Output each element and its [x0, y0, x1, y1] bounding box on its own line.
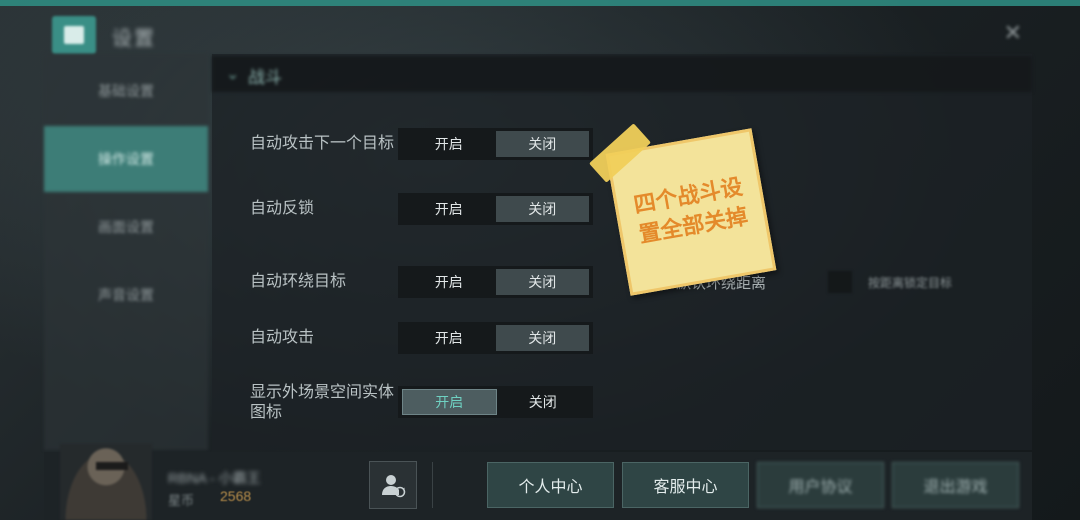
setting-label-auto-orbit: 自动环绕目标: [250, 273, 347, 290]
section-title: 战斗: [248, 68, 282, 87]
toggle-off-option[interactable]: 关闭: [497, 389, 590, 415]
chevron-down-icon: ⌄: [226, 66, 240, 83]
toggle-off-option[interactable]: 关闭: [495, 196, 589, 222]
section-header[interactable]: ⌄ 战斗: [212, 56, 1032, 92]
avatar[interactable]: [60, 444, 152, 520]
toggle-on-option[interactable]: 开启: [402, 269, 496, 295]
toggle-on-option[interactable]: 开启: [402, 325, 496, 351]
sticky-note-text: 四个战斗设置全部关掉: [631, 174, 750, 249]
home-icon: [64, 26, 84, 44]
toggle-show-entity-icons: 开启 关闭: [398, 386, 593, 418]
switch-account-icon: [382, 475, 406, 498]
toggle-on-option[interactable]: 开启: [402, 196, 496, 222]
sidebar-item-basic[interactable]: 基础设置: [44, 58, 208, 124]
setting-label-auto-attack: 自动攻击: [250, 329, 315, 346]
toggle-off-option[interactable]: 关闭: [495, 325, 589, 351]
sidebar-item-graphics[interactable]: 画面设置: [44, 194, 208, 260]
player-currency-label: 星币: [168, 493, 195, 508]
customer-service-button[interactable]: 客服中心: [622, 462, 749, 508]
toggle-off-option[interactable]: 关闭: [495, 269, 589, 295]
exit-game-button[interactable]: 退出游戏: [892, 462, 1019, 508]
header: 设置 ✕: [0, 8, 1080, 54]
switch-account-button[interactable]: [369, 461, 417, 509]
player-name: RBNA - 小霸王: [168, 470, 261, 486]
toggle-auto-relock: 开启 关闭: [398, 193, 593, 225]
footer-divider: [432, 462, 433, 508]
toggle-auto-orbit: 开启 关闭: [398, 266, 593, 298]
setting-label-show-entity-icons: 显示外场景空间实体图标: [250, 384, 395, 421]
toggle-on-option[interactable]: 开启: [402, 131, 496, 157]
sidebar: 基础设置 操作设置 画面设置 声音设置: [44, 54, 208, 450]
top-stripe: [0, 0, 1080, 6]
toggle-auto-attack-next: 开启 关闭: [398, 128, 593, 160]
orbit-distance-checkbox[interactable]: [828, 271, 852, 293]
setting-label-auto-relock: 自动反锁: [250, 200, 315, 217]
orbit-distance-extra-label: 按距离锁定目标: [868, 276, 953, 290]
user-agreement-button[interactable]: 用户协议: [757, 462, 884, 508]
home-button[interactable]: [52, 16, 96, 54]
avatar-visor: [96, 462, 128, 470]
toggle-off-option[interactable]: 关闭: [495, 131, 589, 157]
page-title: 设置: [112, 28, 156, 50]
toggle-on-option[interactable]: 开启: [402, 389, 497, 415]
sidebar-item-sound[interactable]: 声音设置: [44, 262, 208, 328]
personal-center-button[interactable]: 个人中心: [487, 462, 614, 508]
toggle-auto-attack: 开启 关闭: [398, 322, 593, 354]
close-icon[interactable]: ✕: [1004, 20, 1022, 46]
setting-label-auto-attack-next: 自动攻击下一个目标: [250, 135, 395, 152]
sidebar-item-controls[interactable]: 操作设置: [44, 126, 208, 192]
player-currency-value: 2568: [220, 488, 252, 504]
